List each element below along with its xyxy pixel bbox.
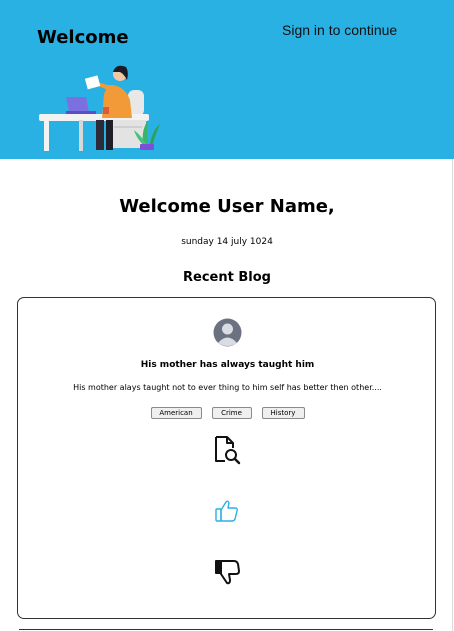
page-divider [452,159,453,631]
tag-american[interactable]: American [150,407,202,419]
blog-card[interactable]: His mother has always taught him His mot… [17,297,436,619]
greeting-heading: Welcome User Name, [119,196,335,217]
blog-excerpt: His mother alays taught not to ever thin… [73,383,382,392]
blog-title[interactable]: His mother has always taught him [18,360,437,370]
sign-in-link[interactable]: Sign in to continue [282,22,397,38]
tag-crime[interactable]: Crime [211,407,252,419]
tag-history[interactable]: History [261,407,305,419]
recent-blog-heading: Recent Blog [183,270,271,285]
header-title: Welcome [37,27,129,48]
user-avatar-icon [213,318,242,347]
tag-list: American Crime History [18,407,437,419]
current-date: sunday 14 july 1024 [181,237,273,247]
desk-illustration [39,65,160,151]
header-banner: Welcome Sign in to continue [0,0,454,159]
thumbs-up-icon[interactable] [214,498,240,524]
document-search-icon[interactable] [211,434,243,466]
thumbs-down-icon[interactable] [212,557,242,587]
